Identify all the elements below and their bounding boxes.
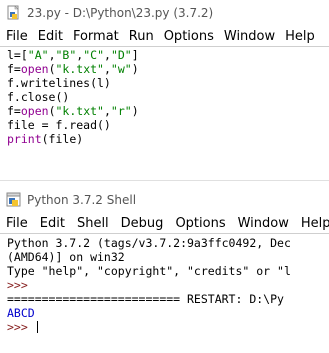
- code-line-token: file = f.read(): [7, 118, 111, 132]
- shell-line-token: Python 3.7.2 (tags/v3.7.2:9a3ffc0492, De…: [7, 236, 291, 250]
- editor-menu-help[interactable]: Help: [285, 29, 315, 44]
- shell-line: >>>: [7, 278, 329, 292]
- code-line-token: "C": [83, 48, 104, 62]
- code-line-token: f.close(): [7, 90, 70, 104]
- shell-menu-options[interactable]: Options: [175, 216, 225, 231]
- code-line-token: open: [20, 104, 49, 118]
- shell-line: ========================= RESTART: D:\Py: [7, 292, 329, 306]
- code-line: l=["A","B","C","D"]: [7, 48, 329, 62]
- shell-menubar: File Edit Shell Debug Options Window Help: [0, 213, 329, 233]
- editor-window: 23.py - D:\Python\23.py (3.7.2) File Edit…: [0, 0, 329, 180]
- editor-title: 23.py - D:\Python\23.py (3.7.2): [27, 6, 214, 20]
- editor-menu-options[interactable]: Options: [164, 29, 214, 44]
- shell-window: Python 3.7.2 Shell File Edit Shell Debug Opt…: [0, 180, 329, 347]
- shell-menu-debug[interactable]: Debug: [121, 216, 164, 231]
- code-line-token: "r": [110, 104, 132, 118]
- code-line-token: ,: [103, 104, 111, 118]
- code-line: file = f.read(): [7, 118, 329, 132]
- shell-line: >>>: [7, 320, 329, 334]
- code-line-token: ): [131, 62, 139, 76]
- code-line-token: f=: [7, 104, 21, 118]
- shell-line-token: >>>: [7, 320, 35, 334]
- shell-titlebar[interactable]: Python 3.7.2 Shell: [0, 187, 329, 213]
- code-line: f.writelines(l): [7, 76, 329, 90]
- shell-line-token: ========================= RESTART: D:\Py: [7, 292, 284, 306]
- code-line-token: "k.txt": [55, 104, 104, 118]
- python-file-icon: [7, 5, 19, 20]
- shell-line-token: >>>: [7, 278, 28, 292]
- shell-line: (AMD64)] on win32: [7, 250, 329, 264]
- shell-menu-edit[interactable]: Edit: [40, 216, 65, 231]
- code-line-token: "D": [110, 48, 132, 62]
- shell-line: Type "help", "copyright", "credits" or "…: [7, 264, 329, 278]
- code-line-token: ): [131, 104, 139, 118]
- editor-menu-edit[interactable]: Edit: [38, 29, 63, 44]
- editor-titlebar[interactable]: 23.py - D:\Python\23.py (3.7.2): [0, 0, 329, 26]
- code-line: f=open("k.txt","r"): [7, 104, 329, 118]
- editor-menu-format[interactable]: Format: [73, 29, 119, 44]
- code-line-token: "k.txt": [55, 62, 104, 76]
- code-line-token: "w": [110, 62, 132, 76]
- code-line-token: l=[: [7, 48, 28, 62]
- code-line-token: print: [7, 132, 42, 146]
- shell-menu-shell[interactable]: Shell: [77, 216, 109, 231]
- python-shell-icon: [6, 192, 21, 207]
- code-line-token: open: [20, 62, 49, 76]
- shell-line: ABCD: [7, 306, 329, 320]
- code-line-token: ]: [131, 48, 139, 62]
- code-line-token: f=: [7, 62, 21, 76]
- shell-line-token: Type "help", "copyright", "credits" or "…: [7, 264, 291, 278]
- code-line: print(file): [7, 132, 329, 146]
- code-line-token: ,: [103, 62, 111, 76]
- code-line-token: f.writelines(l): [7, 76, 111, 90]
- code-line-token: "B": [55, 48, 77, 62]
- code-line-token: (file): [41, 132, 84, 146]
- window-divider: [0, 180, 329, 187]
- shell-line-token: ABCD: [7, 306, 35, 320]
- shell-line-token: (AMD64)] on win32: [7, 250, 125, 264]
- text-cursor: [36, 321, 38, 333]
- code-line-token: (: [48, 62, 56, 76]
- code-line-token: ,: [104, 48, 111, 62]
- code-line-token: (: [48, 104, 56, 118]
- editor-menubar: File Edit Format Run Options Window Help: [0, 26, 329, 46]
- code-line-token: "A": [27, 48, 49, 62]
- editor-menu-run[interactable]: Run: [129, 29, 154, 44]
- code-line: f=open("k.txt","w"): [7, 62, 329, 76]
- editor-menu-window[interactable]: Window: [224, 29, 275, 44]
- shell-line: Python 3.7.2 (tags/v3.7.2:9a3ffc0492, De…: [7, 236, 329, 250]
- shell-title: Python 3.7.2 Shell: [27, 193, 137, 207]
- shell-menu-help[interactable]: Help: [301, 216, 329, 231]
- code-line: f.close(): [7, 90, 329, 104]
- editor-code-area[interactable]: l=["A","B","C","D"] f=open("k.txt","w") f.…: [0, 46, 329, 180]
- shell-menu-window[interactable]: Window: [238, 216, 289, 231]
- code-line-token: ,: [48, 48, 56, 62]
- shell-output-area[interactable]: Python 3.7.2 (tags/v3.7.2:9a3ffc0492, De…: [0, 233, 329, 353]
- shell-menu-file[interactable]: File: [6, 216, 28, 231]
- editor-menu-file[interactable]: File: [6, 29, 28, 44]
